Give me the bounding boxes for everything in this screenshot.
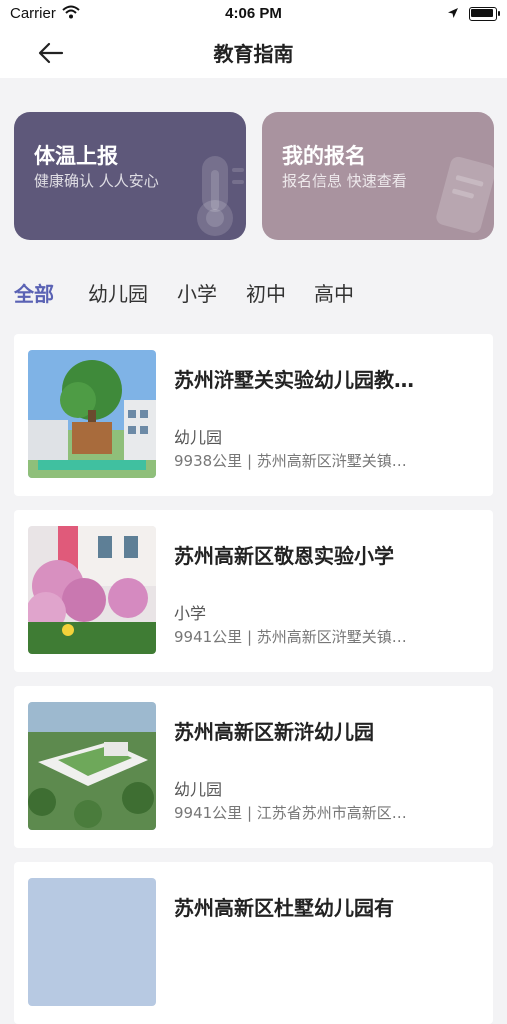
tab-kindergarten[interactable]: 幼儿园 [88,278,148,307]
distance: 9941公里 [174,804,243,822]
school-location: 9941公里 | 江苏省苏州市高新区… [174,804,407,822]
tab-senior-high[interactable]: 高中 [314,278,354,307]
clock: 4:06 PM [225,5,282,22]
school-name: 苏州高新区敬恩实验小学 [174,544,394,568]
navigation-bar: 教育指南 [0,28,507,78]
school-photo [28,878,156,1006]
card-title: 我的报名 [282,144,366,168]
address: 苏州高新区浒墅关镇… [256,628,407,646]
list-item[interactable]: 苏州高新区敬恩实验小学 小学 9941公里 | 苏州高新区浒墅关镇… [14,510,493,672]
school-category: 幼儿园 [174,780,223,799]
distance: 9938公里 [174,452,243,470]
address: 苏州高新区浒墅关镇… [256,452,407,470]
list-item[interactable]: 苏州高新区杜墅幼儿园有 [14,862,493,1024]
distance: 9941公里 [174,628,243,646]
school-name: 苏州高新区杜墅幼儿园有 [174,896,394,920]
card-subtitle: 报名信息 快速查看 [282,172,407,190]
list-item[interactable]: 苏州高新区新浒幼儿园 幼儿园 9941公里 | 江苏省苏州市高新区… [14,686,493,848]
school-photo [28,526,156,654]
form-icon [436,156,494,233]
school-photo [28,350,156,478]
school-category: 小学 [174,604,207,623]
battery-icon [469,7,500,21]
tab-primary-school[interactable]: 小学 [177,278,217,307]
location-arrow-icon [447,6,459,23]
card-subtitle: 健康确认 人人安心 [34,172,159,190]
school-location: 9941公里 | 苏州高新区浒墅关镇… [174,628,407,646]
my-registration-card[interactable]: 我的报名 报名信息 快速查看 [262,112,494,240]
school-location: 9938公里 | 苏州高新区浒墅关镇… [174,452,407,470]
tab-junior-high[interactable]: 初中 [246,278,286,307]
school-name: 苏州高新区新浒幼儿园 [174,720,374,744]
temperature-report-card[interactable]: 体温上报 健康确认 人人安心 [14,112,246,240]
page-title: 教育指南 [213,42,294,66]
list-item[interactable]: 苏州浒墅关实验幼儿园教… 幼儿园 9938公里 | 苏州高新区浒墅关镇… [14,334,493,496]
tab-all[interactable]: 全部 [14,278,54,307]
thermometer-icon [197,156,244,236]
school-name: 苏州浒墅关实验幼儿园教… [174,368,414,392]
school-photo [28,702,156,830]
address: 江苏省苏州市高新区… [256,804,407,822]
school-category: 幼儿园 [174,428,223,447]
card-title: 体温上报 [34,144,118,168]
status-bar: Carrier 4:06 PM [0,0,507,28]
